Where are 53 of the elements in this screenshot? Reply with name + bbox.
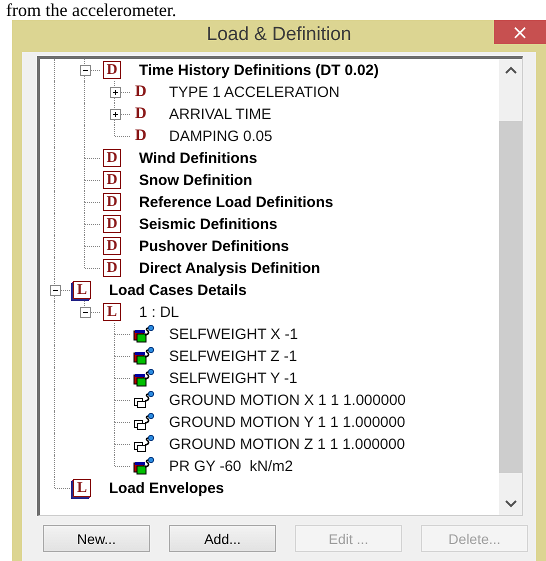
load-cube-icon bbox=[133, 325, 155, 343]
definition-icon: D bbox=[103, 215, 121, 233]
expander-icon[interactable] bbox=[50, 285, 61, 296]
tree-item[interactable]: Wind Definitions bbox=[139, 150, 258, 166]
dialog-button[interactable]: New... bbox=[43, 525, 150, 552]
tree-item[interactable]: Reference Load Definitions bbox=[139, 194, 334, 210]
tree-item[interactable]: DAMPING 0.05 bbox=[169, 128, 272, 144]
tree-item[interactable]: Snow Definition bbox=[139, 172, 252, 188]
load-icon: L bbox=[73, 281, 91, 299]
document-text: from the accelerometer. bbox=[5, 0, 178, 20]
dialog-button[interactable]: Add... bbox=[169, 525, 276, 552]
chevron-up-icon bbox=[504, 66, 516, 74]
definition-icon: D bbox=[103, 171, 121, 189]
tree-item[interactable]: SELFWEIGHT X -1 bbox=[169, 326, 298, 342]
load-cube-icon bbox=[133, 457, 155, 475]
definition-icon: D bbox=[103, 259, 121, 277]
definition-icon: D bbox=[103, 149, 121, 167]
tree-item[interactable]: Time History Definitions (DT 0.02) bbox=[139, 62, 379, 78]
load-cube-icon bbox=[133, 369, 155, 387]
tree-item[interactable]: ARRIVAL TIME bbox=[169, 106, 272, 122]
tree-item[interactable]: GROUND MOTION Y 1 1 1.000000 bbox=[169, 414, 406, 430]
tree-item[interactable]: Pushover Definitions bbox=[139, 238, 290, 254]
expander-icon[interactable] bbox=[80, 65, 91, 76]
tree-item[interactable]: PR GY -60 kN/m2 bbox=[169, 458, 293, 474]
tree-item[interactable]: SELFWEIGHT Z -1 bbox=[169, 348, 298, 364]
close-button[interactable]: × bbox=[494, 20, 546, 44]
expander-icon[interactable] bbox=[110, 87, 121, 98]
tree-item[interactable]: Load Cases Details bbox=[109, 282, 247, 298]
definition-icon: D bbox=[133, 127, 149, 145]
chevron-down-icon bbox=[504, 500, 516, 508]
load-icon: L bbox=[73, 479, 91, 497]
definition-icon: D bbox=[133, 105, 149, 123]
expander-icon[interactable] bbox=[110, 109, 121, 120]
cube-outline-icon bbox=[133, 413, 155, 431]
definition-icon: D bbox=[133, 83, 149, 101]
cube-outline-icon bbox=[133, 435, 155, 453]
definition-icon: D bbox=[103, 61, 121, 79]
tree-item[interactable]: Seismic Definitions bbox=[139, 216, 278, 232]
cube-outline-icon bbox=[133, 391, 155, 409]
tree-item[interactable]: Direct Analysis Definition bbox=[139, 260, 320, 276]
definition-icon: L bbox=[103, 303, 121, 321]
tree-item[interactable]: 1 : DL bbox=[139, 304, 180, 320]
scrollbar-thumb[interactable] bbox=[499, 121, 522, 473]
definition-icon: D bbox=[103, 237, 121, 255]
expander-icon[interactable] bbox=[80, 307, 91, 318]
tree-item[interactable]: GROUND MOTION Z 1 1 1.000000 bbox=[169, 436, 405, 452]
tree-item[interactable]: SELFWEIGHT Y -1 bbox=[169, 370, 298, 386]
window-title: Load & Definition bbox=[206, 24, 352, 46]
definition-icon: D bbox=[103, 193, 121, 211]
tree-item[interactable]: GROUND MOTION X 1 1 1.000000 bbox=[169, 392, 406, 408]
load-cube-icon bbox=[133, 347, 155, 365]
tree-item[interactable]: Load Envelopes bbox=[109, 480, 224, 496]
tree-item[interactable]: TYPE 1 ACCELERATION bbox=[169, 84, 340, 100]
